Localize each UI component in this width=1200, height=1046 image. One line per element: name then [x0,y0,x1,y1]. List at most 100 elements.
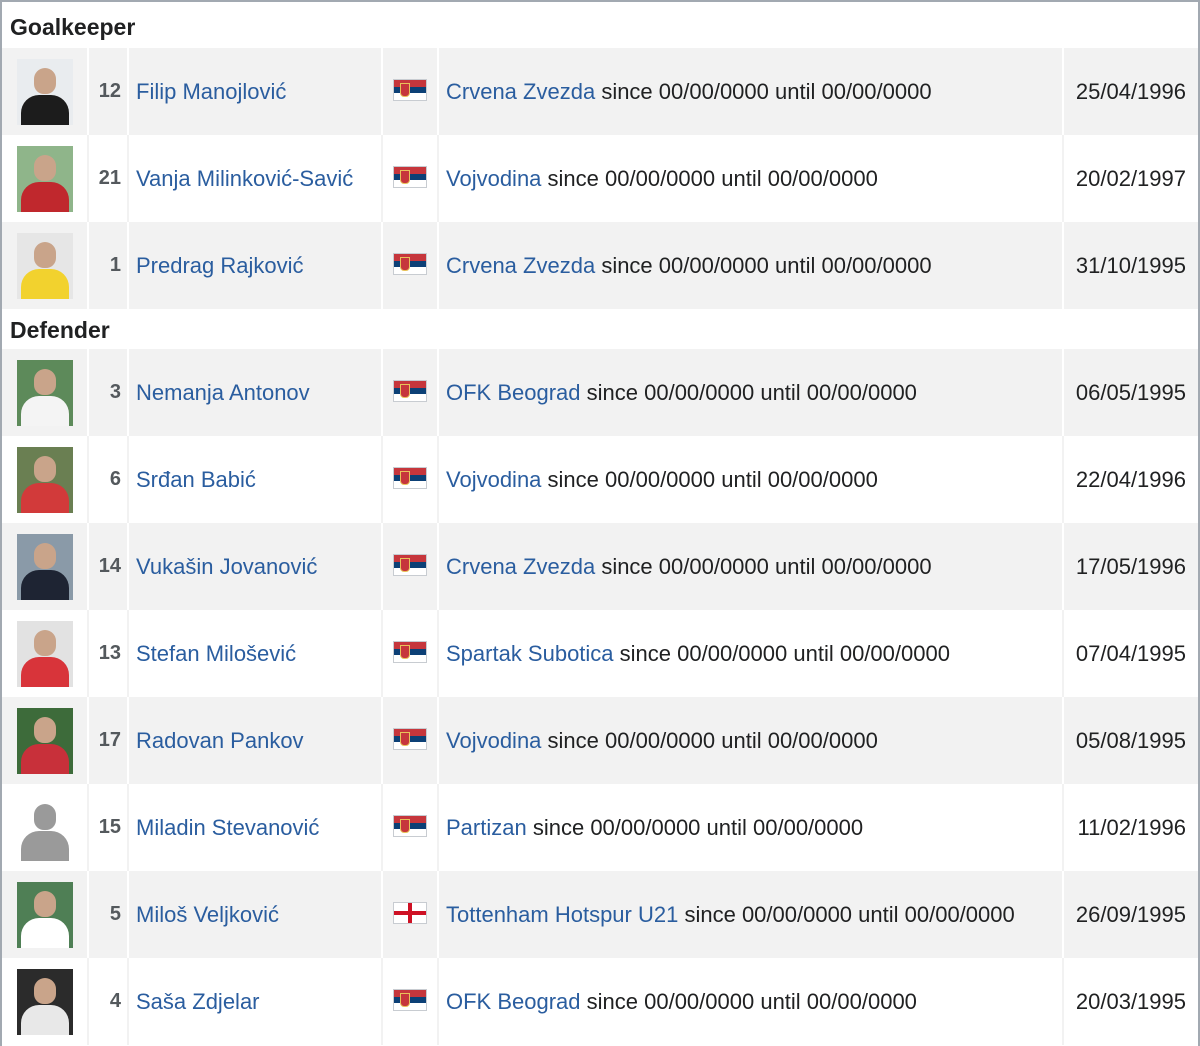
player-row: 4 Saša Zdjelar OFK Beograd since 00/00/000… [2,958,1198,1045]
photo-head [33,455,56,482]
player-row: 14 Vukašin Jovanović Crvena Zvezda since 0… [2,523,1198,610]
flag-cross-v [408,903,412,923]
flag-stripe-white [394,1003,426,1010]
flag-stripe-red [394,167,426,174]
flag-crest [400,645,410,659]
club-link[interactable]: Tottenham Hotspur U21 [446,902,678,928]
serbia-flag-icon[interactable] [393,253,427,275]
date-of-birth: 22/04/1996 [1075,466,1186,492]
player-name-link[interactable]: Saša Zdjelar [136,989,260,1015]
flag-stripe-white [394,93,426,100]
photo-cell [2,222,89,309]
photo-cell [2,135,89,222]
flag-crest [400,83,410,97]
squad-number: 5 [89,871,129,958]
serbia-flag-icon[interactable] [393,467,427,489]
player-photo[interactable] [16,533,73,600]
club-link[interactable]: Spartak Subotica [446,641,614,667]
club-cell: Crvena Zvezda since 00/00/0000 until 00/… [439,48,1064,135]
flag-crest [400,471,410,485]
flag-cell [383,48,439,135]
flag-crest [400,819,410,833]
club-link[interactable]: Crvena Zvezda [446,79,595,105]
club-period: since 00/00/0000 until 00/00/0000 [547,165,878,191]
club-cell: Crvena Zvezda since 00/00/0000 until 00/… [439,222,1064,309]
flag-stripe-white [394,481,426,488]
serbia-flag-icon[interactable] [393,728,427,750]
squad-number: 4 [89,958,129,1045]
player-name-link[interactable]: Predrag Rajković [136,253,304,279]
photo-body [20,743,69,774]
serbia-flag-icon[interactable] [393,815,427,837]
club-link[interactable]: Vojvodina [446,166,541,192]
flag-crest [400,384,410,398]
name-cell: Miloš Veljković [129,871,383,958]
flag-cell [383,784,439,871]
club-link[interactable]: OFK Beograd [446,380,581,406]
date-of-birth: 17/05/1996 [1075,553,1186,579]
club-period: since 00/00/0000 until 00/00/0000 [586,988,917,1014]
player-photo[interactable] [16,881,73,948]
club-cell: OFK Beograd since 00/00/0000 until 00/00… [439,958,1064,1045]
club-cell: Partizan since 00/00/0000 until 00/00/00… [439,784,1064,871]
serbia-flag-icon[interactable] [393,79,427,101]
player-name-link[interactable]: Radovan Pankov [136,728,304,754]
serbia-flag-icon[interactable] [393,989,427,1011]
serbia-flag-icon[interactable] [393,166,427,188]
photo-head [33,154,56,181]
photo-head [33,977,56,1004]
player-silhouette-icon[interactable] [16,794,73,861]
player-row: 3 Nemanja Antonov OFK Beograd since 00/00/… [2,349,1198,436]
club-period: since 00/00/0000 until 00/00/0000 [601,252,932,278]
name-cell: Stefan Milošević [129,610,383,697]
player-photo[interactable] [16,446,73,513]
club-cell: Crvena Zvezda since 00/00/0000 until 00/… [439,523,1064,610]
club-link[interactable]: Vojvodina [446,467,541,493]
name-cell: Predrag Rajković [129,222,383,309]
player-photo[interactable] [16,707,73,774]
club-period: since 00/00/0000 until 00/00/0000 [532,814,864,840]
player-name-link[interactable]: Srđan Babić [136,467,256,493]
player-photo[interactable] [16,620,73,687]
player-name-link[interactable]: Miladin Stevanović [136,815,319,841]
date-of-birth: 11/02/1996 [1077,814,1186,840]
player-name-link[interactable]: Stefan Milošević [136,641,296,667]
player-row: 21 Vanja Milinković-Savić Vojvodina since … [2,135,1198,222]
flag-cell [383,697,439,784]
flag-crest [400,732,410,746]
player-photo[interactable] [16,232,73,299]
club-link[interactable]: Crvena Zvezda [446,554,595,580]
player-name-link[interactable]: Filip Manojlović [136,79,286,105]
player-photo[interactable] [16,359,73,426]
player-name-link[interactable]: Miloš Veljković [136,902,279,928]
player-name-link[interactable]: Vanja Milinković-Savić [136,166,353,192]
player-name-link[interactable]: Nemanja Antonov [136,380,310,406]
club-period: since 00/00/0000 until 00/00/0000 [547,466,878,492]
england-flag-icon[interactable] [393,902,427,924]
photo-head [33,716,56,743]
club-cell: Vojvodina since 00/00/0000 until 00/00/0… [439,697,1064,784]
player-photo[interactable] [16,58,73,125]
photo-head [33,890,56,917]
flag-stripe-white [394,267,426,274]
flag-cell [383,222,439,309]
serbia-flag-icon[interactable] [393,554,427,576]
player-name-link[interactable]: Vukašin Jovanović [136,554,317,580]
photo-cell [2,436,89,523]
photo-cell [2,48,89,135]
club-link[interactable]: Vojvodina [446,728,541,754]
club-cell: Vojvodina since 00/00/0000 until 00/00/0… [439,135,1064,222]
player-photo[interactable] [16,968,73,1035]
club-link[interactable]: Partizan [446,815,527,841]
serbia-flag-icon[interactable] [393,380,427,402]
squad-number: 1 [89,222,129,309]
club-link[interactable]: OFK Beograd [446,989,581,1015]
date-of-birth: 20/03/1995 [1075,988,1186,1014]
flag-stripe-white [394,180,426,187]
date-of-birth: 06/05/1995 [1075,379,1186,405]
player-photo[interactable] [16,145,73,212]
player-row: 12 Filip Manojlović Crvena Zvezda since 00… [2,48,1198,135]
flag-stripe-red [394,381,426,388]
club-link[interactable]: Crvena Zvezda [446,253,595,279]
serbia-flag-icon[interactable] [393,641,427,663]
